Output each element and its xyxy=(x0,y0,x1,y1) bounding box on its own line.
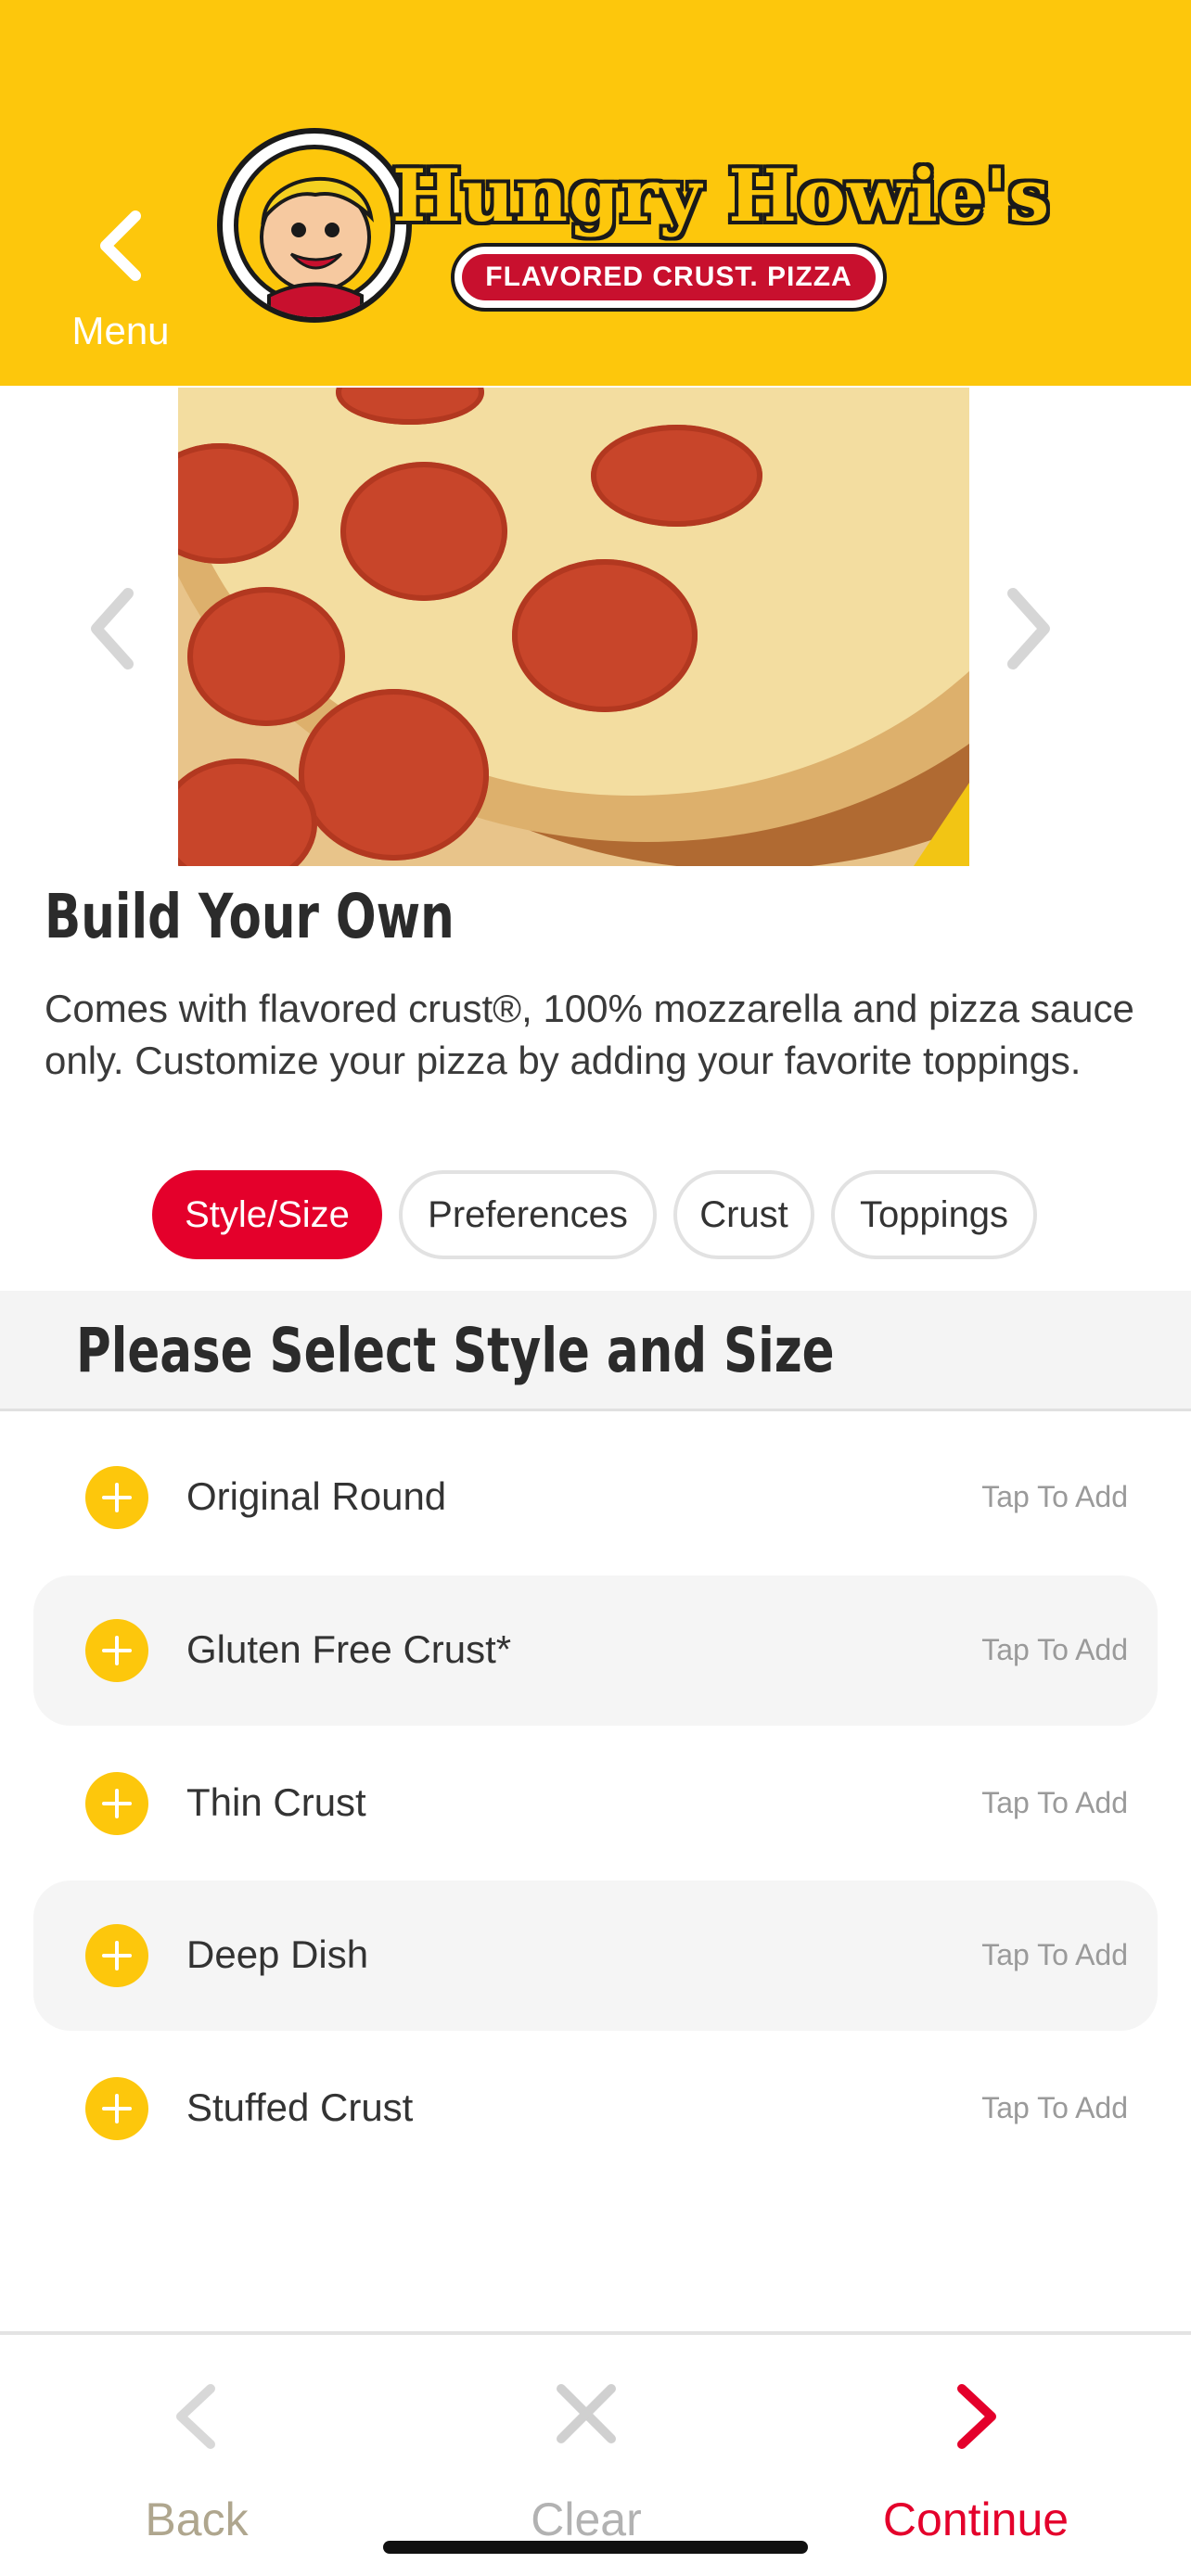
plus-circle-icon xyxy=(85,1466,148,1529)
back-button-label: Back xyxy=(145,2493,249,2545)
option-original-round[interactable]: Original Round Tap To Add xyxy=(33,1422,1158,1573)
option-name: Thin Crust xyxy=(186,1780,366,1824)
hungry-howies-logo: Hungry Howie's FLAVORED CRUST. PIZZA xyxy=(211,122,1049,336)
option-gluten-free-crust[interactable]: Gluten Free Crust* Tap To Add xyxy=(33,1575,1158,1726)
tap-to-add-label: Tap To Add xyxy=(981,1786,1128,1819)
product-description: Comes with flavored crust®, 100% mozzare… xyxy=(45,987,1134,1082)
chevron-left-icon xyxy=(100,210,141,281)
tap-to-add-label: Tap To Add xyxy=(981,1938,1128,1971)
tap-to-add-label: Tap To Add xyxy=(981,2091,1128,2124)
plus-circle-icon xyxy=(85,1619,148,1682)
product-title: Build Your Own xyxy=(45,881,455,952)
tab-crust[interactable]: Crust xyxy=(673,1170,814,1259)
tab-toppings[interactable]: Toppings xyxy=(831,1170,1037,1259)
logo-brand-text: Hungry Howie's xyxy=(392,154,1051,238)
carousel-prev-button[interactable] xyxy=(85,584,137,678)
logo-tagline-text: FLAVORED CRUST. PIZZA xyxy=(462,254,876,300)
tap-to-add-label: Tap To Add xyxy=(981,1480,1128,1513)
chevron-left-icon xyxy=(176,2384,215,2449)
section-header: Please Select Style and Size xyxy=(0,1291,1191,1411)
clear-button-label: Clear xyxy=(531,2493,642,2545)
option-name: Gluten Free Crust* xyxy=(186,1627,512,1671)
app-header: Menu Hungry Howie's FLAVORED CRUST. PIZZ… xyxy=(0,0,1191,386)
option-name: Stuffed Crust xyxy=(186,2085,414,2129)
section-title: Please Select Style and Size xyxy=(76,1315,835,1386)
option-thin-crust[interactable]: Thin Crust Tap To Add xyxy=(33,1728,1158,1879)
back-to-menu-label: Menu xyxy=(71,309,170,352)
option-name: Original Round xyxy=(186,1474,447,1518)
back-button[interactable]: Back xyxy=(58,2363,336,2548)
option-name: Deep Dish xyxy=(186,1932,369,1976)
continue-button-label: Continue xyxy=(882,2493,1069,2545)
bottom-action-bar: Back Clear Continue xyxy=(0,2331,1191,2576)
back-to-menu-button[interactable]: Menu xyxy=(56,199,186,362)
mascot-icon xyxy=(217,128,412,323)
clear-button[interactable]: Clear xyxy=(447,2363,725,2548)
builder-tabs: Style/Size Preferences Crust Toppings xyxy=(152,1170,1037,1259)
chevron-right-icon xyxy=(1007,588,1050,670)
logo-tagline-badge: FLAVORED CRUST. PIZZA xyxy=(451,243,887,312)
carousel-next-button[interactable] xyxy=(1004,584,1056,678)
chevron-right-icon xyxy=(957,2384,996,2449)
tab-style-size[interactable]: Style/Size xyxy=(152,1170,382,1259)
tap-to-add-label: Tap To Add xyxy=(981,1633,1128,1666)
chevron-left-icon xyxy=(91,588,134,670)
plus-circle-icon xyxy=(85,1772,148,1835)
continue-button[interactable]: Continue xyxy=(837,2363,1115,2548)
home-indicator[interactable] xyxy=(383,2541,808,2554)
pizza-image xyxy=(178,388,969,866)
plus-circle-icon xyxy=(85,1924,148,1987)
option-stuffed-crust[interactable]: Stuffed Crust Tap To Add xyxy=(33,2034,1158,2184)
x-icon xyxy=(557,2384,616,2443)
plus-circle-icon xyxy=(85,2077,148,2140)
option-deep-dish[interactable]: Deep Dish Tap To Add xyxy=(33,1881,1158,2031)
tab-preferences[interactable]: Preferences xyxy=(399,1170,657,1259)
